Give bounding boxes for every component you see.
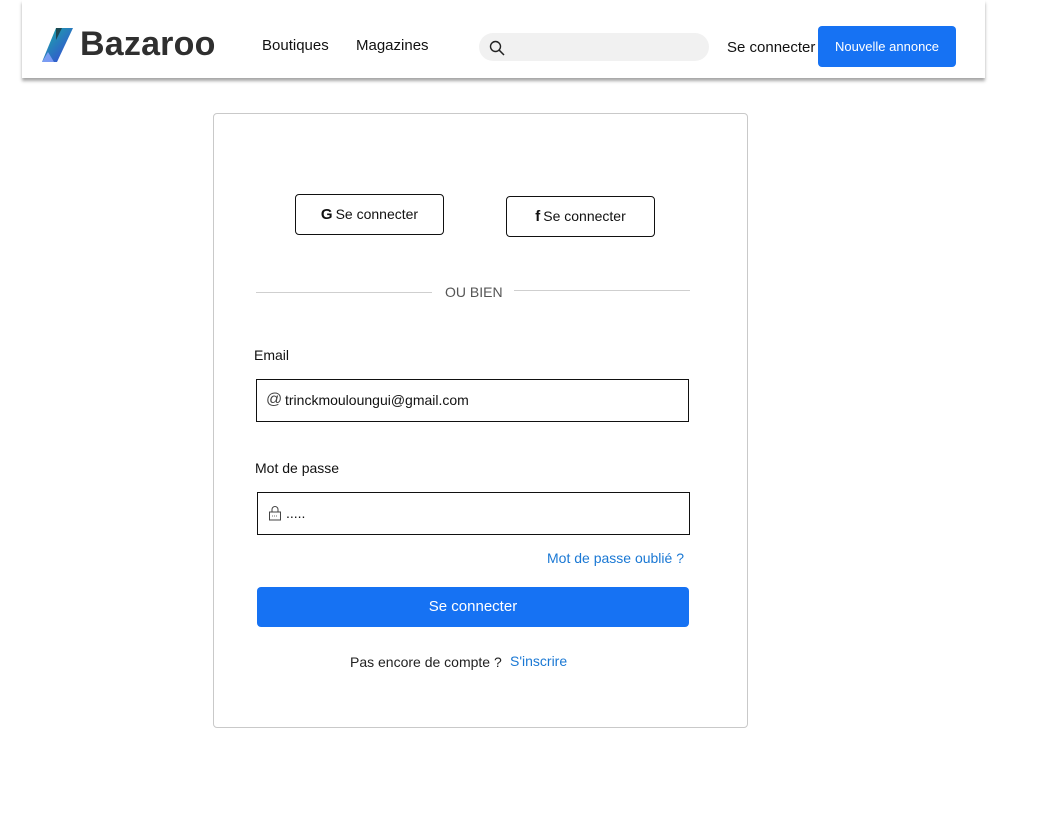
google-login-label: Se connecter bbox=[335, 206, 419, 222]
email-label: Email bbox=[254, 347, 290, 363]
login-card: G Se connecter f Se connecter OU BIEN Emai… bbox=[213, 113, 748, 728]
lock-icon bbox=[269, 506, 281, 521]
password-value[interactable]: ..... bbox=[286, 504, 305, 523]
top-navbar: Bazaroo Boutiques Magazines Se connecter… bbox=[22, 0, 985, 78]
search-input[interactable] bbox=[513, 33, 703, 63]
password-field[interactable]: ..... bbox=[257, 492, 690, 535]
divider-text: OU BIEN bbox=[445, 284, 503, 300]
nav-boutiques[interactable]: Boutiques bbox=[262, 37, 329, 55]
email-field[interactable]: @ trinckmouloungui@gmail.com bbox=[256, 379, 689, 422]
bazaroo-logo-icon[interactable] bbox=[42, 26, 76, 64]
no-account-text: Pas encore de compte ? bbox=[350, 654, 502, 670]
password-label: Mot de passe bbox=[255, 460, 340, 476]
login-submit-button[interactable]: Se connecter bbox=[257, 587, 689, 627]
email-value[interactable]: trinckmouloungui@gmail.com bbox=[285, 391, 469, 410]
divider-left bbox=[256, 292, 432, 293]
nav-magazines[interactable]: Magazines bbox=[356, 37, 429, 55]
header-login-link[interactable]: Se connecter bbox=[727, 39, 815, 57]
signup-link[interactable]: S'inscrire bbox=[510, 652, 567, 670]
new-ad-button[interactable]: Nouvelle annonce bbox=[818, 26, 956, 67]
facebook-login-label: Se connecter bbox=[543, 208, 626, 224]
search-bar[interactable] bbox=[479, 33, 709, 63]
divider-right bbox=[514, 290, 690, 291]
google-login-button[interactable]: G Se connecter bbox=[295, 194, 444, 235]
google-icon: G bbox=[320, 206, 333, 223]
facebook-icon: f bbox=[535, 208, 541, 225]
brand-name[interactable]: Bazaroo bbox=[80, 24, 216, 64]
at-icon: @ bbox=[266, 391, 283, 408]
forgot-password-link[interactable]: Mot de passe oublié ? bbox=[547, 549, 684, 567]
search-icon bbox=[489, 40, 505, 56]
facebook-login-button[interactable]: f Se connecter bbox=[506, 196, 655, 237]
